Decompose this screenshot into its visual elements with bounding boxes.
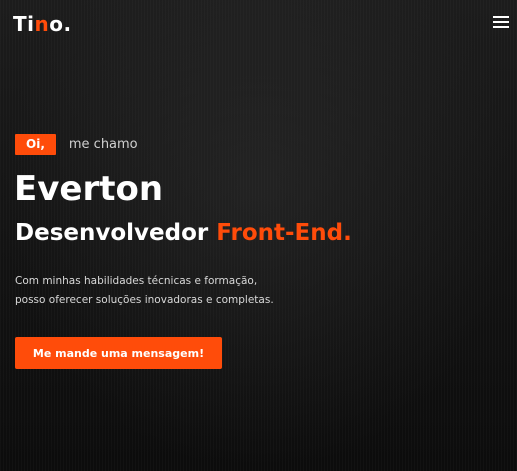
menu-line [493, 16, 509, 18]
hero-name: Everton [14, 169, 164, 209]
role-accent-text: Front-End. [216, 220, 352, 246]
logo-accent-letter: n [34, 12, 50, 36]
greeting-text: me chamo [68, 136, 138, 152]
send-message-button[interactable]: Me mande uma mensagem! [15, 337, 222, 369]
logo[interactable]: Tino. [13, 11, 72, 37]
hero-role: Desenvolvedor Front-End. [15, 216, 352, 250]
logo-text-end: o. [49, 12, 72, 36]
logo-text-start: Ti [13, 12, 35, 36]
hamburger-menu-icon[interactable] [493, 16, 509, 29]
menu-line [493, 26, 509, 28]
greeting-badge: Oi, [15, 133, 56, 155]
hero-description: Com minhas habilidades técnicas e formaç… [15, 272, 315, 310]
description-line: Com minhas habilidades técnicas e formaç… [15, 275, 258, 287]
menu-line [493, 21, 509, 23]
greeting: Oi, me chamo [15, 133, 138, 155]
role-text: Desenvolvedor [15, 220, 209, 246]
description-line: posso oferecer soluções inovadoras e com… [15, 294, 274, 306]
